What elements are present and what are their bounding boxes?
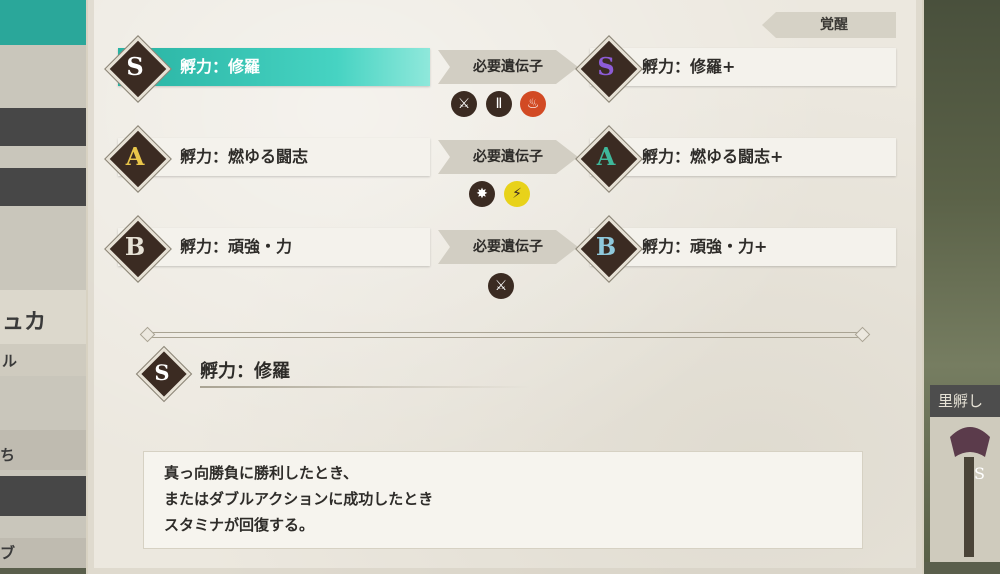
- thunder-icon: ⚡: [504, 181, 530, 207]
- left-fragment-text: ル: [2, 352, 18, 370]
- skill-name: 孵力：頑強・力: [180, 237, 293, 256]
- horn-icon: Ⅱ: [486, 91, 512, 117]
- left-list-item[interactable]: [0, 476, 90, 516]
- awakened-skill-name: 孵力：頑強・力+: [642, 237, 768, 256]
- section-divider: [145, 332, 863, 338]
- rank-letter: S: [126, 52, 144, 81]
- skill-name: 孵力：燃ゆる闘志: [180, 147, 309, 166]
- fire-icon: ♨: [520, 91, 546, 117]
- claw-icon: ⚔: [451, 91, 477, 117]
- description-line: スタミナが回復する。: [164, 516, 315, 534]
- required-gene-label: 必要遺伝子: [438, 140, 578, 174]
- left-fragment-text: ち: [0, 446, 16, 464]
- awaken-tab[interactable]: 覚醒: [762, 12, 896, 38]
- left-fragment-text: ュカ: [2, 310, 47, 335]
- awakened-rank-letter: A: [596, 142, 616, 171]
- detail-underline: [200, 386, 530, 388]
- skill-description-box: 真っ向勝負に勝利したとき、 またはダブルアクションに成功したとき スタミナが回復…: [143, 451, 863, 549]
- awakened-rank-letter: B: [595, 232, 617, 261]
- detail-skill-title: 孵力：修羅: [200, 361, 290, 382]
- left-fragment-text: ブ: [0, 544, 16, 562]
- detail-rank-letter: S: [154, 360, 170, 385]
- awakened-rank-letter: S: [597, 52, 615, 81]
- monstie-card-title[interactable]: 里孵し: [930, 385, 1000, 417]
- monstie-card-image[interactable]: S: [930, 417, 1000, 562]
- left-list-item[interactable]: [0, 108, 90, 146]
- awakened-skill-name: 孵力：燃ゆる闘志+: [642, 147, 784, 166]
- left-side-panel: ュカ ル ち ブ: [0, 0, 90, 568]
- power-icon: ✸: [469, 181, 495, 207]
- rank-letter: A: [125, 142, 145, 171]
- left-list-item[interactable]: [0, 168, 90, 206]
- right-map-background: 里孵し S: [918, 0, 1000, 562]
- left-teal-header: [0, 0, 90, 45]
- skill-name: 孵力：修羅: [180, 57, 261, 76]
- required-gene-label: 必要遺伝子: [438, 50, 578, 84]
- monstie-icon: S: [950, 427, 990, 557]
- awakened-skill-name: 孵力：修羅+: [642, 57, 736, 76]
- required-gene-label: 必要遺伝子: [438, 230, 578, 264]
- claw-icon: ⚔: [488, 273, 514, 299]
- description-line: またはダブルアクションに成功したとき: [164, 490, 434, 508]
- rank-letter: B: [124, 232, 146, 261]
- svg-text:S: S: [974, 464, 985, 483]
- description-line: 真っ向勝負に勝利したとき、: [164, 464, 358, 482]
